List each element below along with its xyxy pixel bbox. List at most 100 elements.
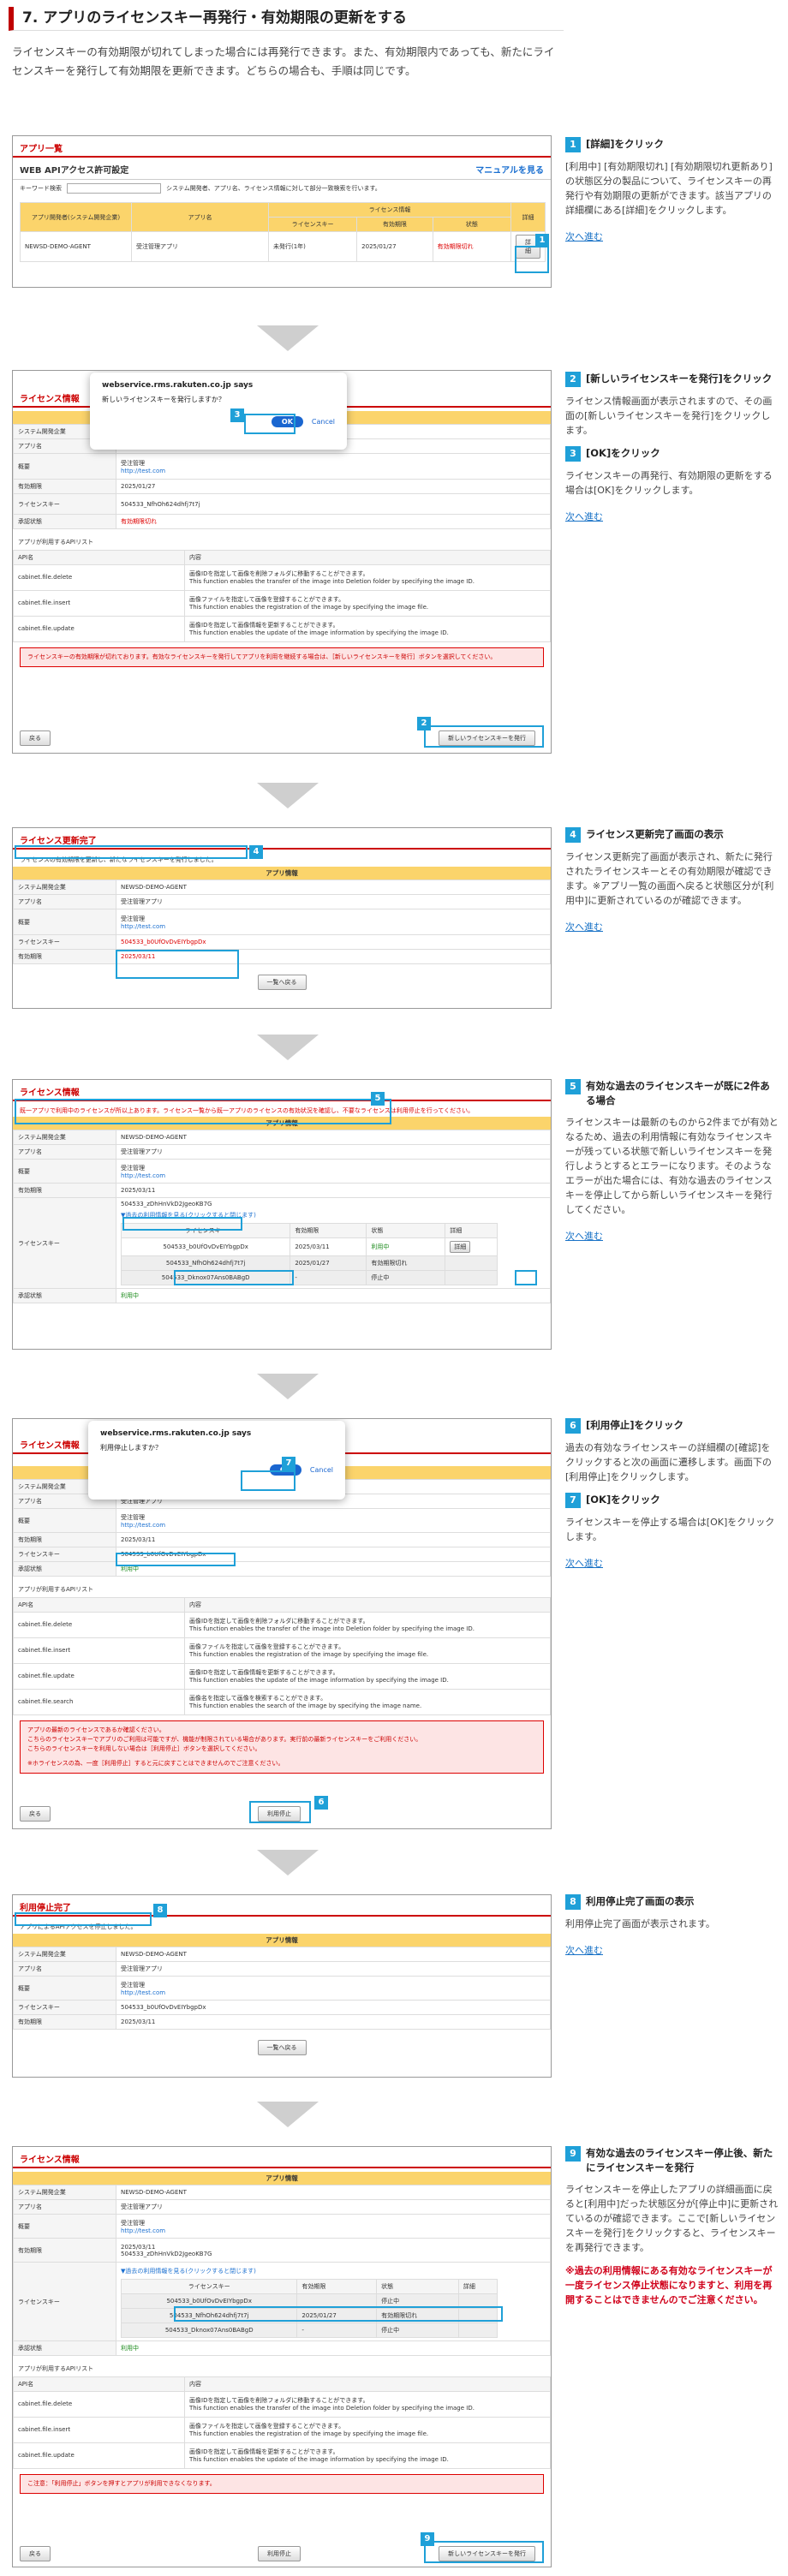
step-marker: 3	[230, 408, 244, 422]
label-summary: 概要	[13, 1159, 116, 1184]
cell-key: 未発行(1年)	[267, 231, 358, 262]
highlight-box	[116, 1553, 236, 1566]
hist-date: 2025/03/11	[290, 1237, 367, 1256]
api-name: cabinet.file.insert	[13, 590, 185, 617]
back-button[interactable]: 戻る	[20, 2546, 51, 2561]
api-desc-en: This function enables the update of the …	[189, 1676, 449, 1684]
api-desc: 画像IDを指定して画像情報を更新することができます。	[189, 1668, 339, 1676]
col-license: ライセンス情報	[268, 202, 511, 218]
alert-line: ※ホライセンスの為、一度［利用停止］すると元に戻すことはできませんのでご注意くだ…	[27, 1760, 284, 1767]
step-body: [利用中] [有効期限切れ] [有効期限切れ更新あり]の状態区分の製品について、…	[565, 161, 773, 216]
col-expiry: 有効期限	[290, 1223, 367, 1238]
highlight-box	[15, 845, 248, 859]
api-desc-en: This function enables the update of the …	[189, 629, 449, 636]
step-8: 8 利用停止完了画面の表示 利用停止完了画面が表示されます。 次へ進む	[565, 1894, 779, 1958]
api-list-title: アプリが利用するAPIリスト	[18, 1586, 94, 1593]
value-summary: 受注管理	[121, 915, 145, 922]
keyword-hint: システム開発者、アプリ名、ライセンス情報に対して部分一致検索を行います。	[166, 185, 381, 192]
app-info-header: アプリ情報	[13, 867, 551, 880]
down-arrow	[257, 325, 319, 351]
value-url[interactable]: http://test.com	[121, 923, 546, 930]
next-link[interactable]: 次へ進む	[565, 1556, 779, 1571]
api-desc-en: This function enables the update of the …	[189, 2455, 449, 2463]
step-body: 過去の有効なライセンスキーの詳細欄の[確認]をクリックすると次の画面に遷移します…	[565, 1442, 772, 1482]
confirm-button[interactable]: 詳細	[450, 1241, 471, 1253]
back-button[interactable]: 戻る	[20, 1806, 51, 1822]
value-sys: NEWSD-DEMO-AGENT	[116, 1130, 551, 1145]
next-link[interactable]: 次へ進む	[565, 1229, 779, 1243]
cancel-button[interactable]: Cancel	[310, 1466, 333, 1474]
back-to-list-button[interactable]: 一覧へ戻る	[257, 2040, 307, 2055]
next-link[interactable]: 次へ進む	[565, 230, 779, 244]
cancel-button[interactable]: Cancel	[312, 418, 335, 426]
value-app: 受注管理アプリ	[116, 1144, 551, 1160]
highlight-box	[241, 1470, 296, 1491]
step-number: 1	[565, 137, 581, 152]
col-content: 内容	[184, 550, 551, 565]
col-status: 状態	[432, 217, 512, 232]
hist-date: -	[290, 1270, 367, 1285]
hist-date: -	[296, 2323, 378, 2338]
step-body: ライセンス情報画面が表示されますので、その画面の[新しいライセンスキーを発行]を…	[565, 396, 773, 436]
step-body: ライセンスキーを停止する場合は[OK]をクリックします。	[565, 1517, 775, 1542]
history-toggle[interactable]: ▼過去の利用情報を見る(クリックすると閉じます)	[121, 2267, 546, 2275]
highlight-box	[515, 246, 549, 273]
next-link[interactable]: 次へ進む	[565, 1943, 779, 1958]
value-url[interactable]: http://test.com	[121, 468, 546, 474]
table-row: NEWSD-DEMO-AGENT 受注管理アプリ 未発行(1年) 2025/01…	[20, 231, 546, 262]
col-app: アプリ名	[131, 202, 269, 232]
table-row: 504533_b0UfOvDvEIYbgpDx 2025/03/11 利用中 詳細	[120, 1237, 498, 1256]
manual-link[interactable]: マニュアルを見る	[475, 163, 544, 176]
step-5: 5 有効な過去のライセンスキーが既に2件ある場合 ライセンスキーは最新のものから2…	[565, 1079, 779, 1243]
next-link[interactable]: 次へ進む	[565, 920, 779, 934]
label-approval: 承認状態	[13, 514, 116, 529]
value-app: 受注管理アプリ	[116, 894, 551, 909]
back-button[interactable]: 戻る	[20, 730, 51, 746]
value-approval: 利用中	[116, 2340, 551, 2356]
stop-button[interactable]: 利用停止	[258, 2546, 301, 2561]
down-arrow	[257, 1850, 319, 1875]
label-app: アプリ名	[13, 2199, 116, 2215]
section-heading: 7. アプリのライセンスキー再発行・有効期限の更新をする	[9, 7, 564, 31]
api-name: cabinet.file.update	[13, 2442, 185, 2469]
value-summary: 受注管理	[121, 1164, 145, 1172]
step-body: 利用停止完了画面が表示されます。	[565, 1918, 715, 1929]
page-title: アプリ一覧	[13, 136, 551, 158]
cell-app: 受注管理アプリ	[131, 231, 269, 262]
step-marker: 6	[314, 1796, 328, 1810]
expiry-alert: ライセンスキーの有効期限が切れております。有効なライセンスキーを発行してアプリを…	[20, 647, 544, 667]
step-marker: 5	[371, 1092, 385, 1106]
cell-developer: NEWSD-DEMO-AGENT	[20, 231, 132, 262]
dialog-message: 新しいライセンスキーを発行しますか？	[102, 396, 225, 403]
api-desc: 画像ファイルを指定して画像を登録することができます。	[189, 1643, 345, 1650]
col-expiry: 有効期限	[356, 217, 433, 232]
alert-line: こちらのライセンスキーを利用しない場合は［利用停止］ボタンを選択してください。	[27, 1745, 261, 1752]
back-to-list-button[interactable]: 一覧へ戻る	[257, 975, 307, 990]
step-marker: 8	[153, 1904, 167, 1917]
down-arrow	[257, 1374, 319, 1399]
value-url[interactable]: http://test.com	[121, 1522, 546, 1529]
label-approval: 承認状態	[13, 1561, 116, 1577]
alert-line: アプリの最新のライセンスであるか確認ください。	[27, 1726, 165, 1733]
value-sys: NEWSD-DEMO-AGENT	[116, 880, 551, 895]
col-detail: 詳細	[445, 1223, 498, 1238]
cell-status: 有効期限切れ	[432, 231, 512, 262]
api-desc-en: This function enables the search of the …	[189, 1702, 422, 1709]
highlight-box	[15, 1099, 391, 1124]
stop-alert: アプリの最新のライセンスであるか確認ください。 こちらのライセンスキーでアプリの…	[20, 1720, 544, 1774]
value-url[interactable]: http://test.com	[121, 1989, 546, 1996]
value-key: 504533_b0UfOvDvEIYbgpDx	[116, 934, 551, 950]
api-name: cabinet.file.insert	[13, 2417, 185, 2443]
col-api: API名	[13, 550, 185, 565]
step-title: [利用停止]をクリック	[586, 1419, 684, 1431]
value-url[interactable]: http://test.com	[121, 2227, 546, 2234]
label-summary: 概要	[13, 453, 116, 480]
highlight-box	[244, 414, 296, 434]
label-key: ライセンスキー	[13, 1547, 116, 1562]
value-url[interactable]: http://test.com	[121, 1172, 546, 1179]
hist-date: 2025/01/27	[290, 1255, 367, 1271]
page-title: ライセンス情報	[13, 2147, 551, 2168]
step-number: 4	[565, 827, 581, 843]
keyword-input[interactable]	[67, 183, 161, 194]
next-link[interactable]: 次へ進む	[565, 510, 779, 524]
